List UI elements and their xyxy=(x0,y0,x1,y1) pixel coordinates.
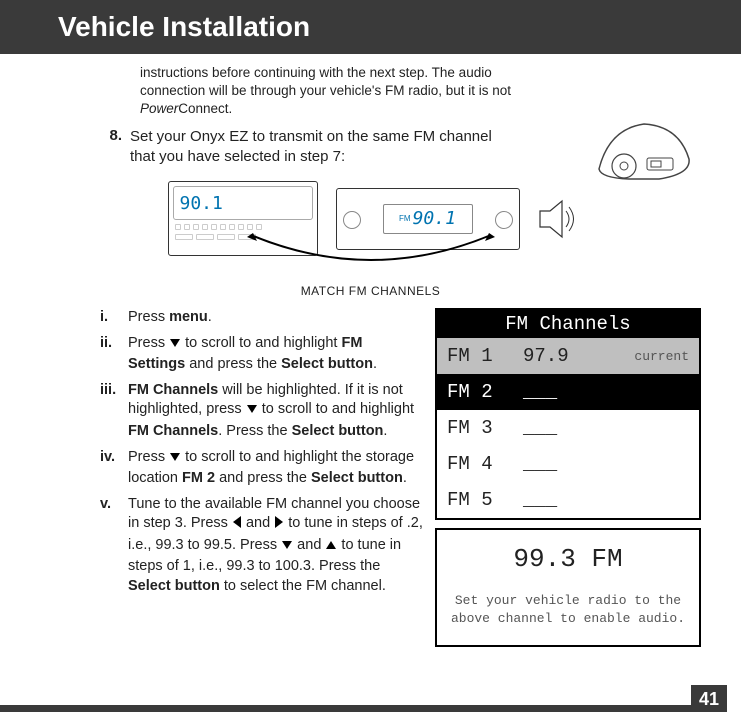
tune-hint-2: above channel to enable audio. xyxy=(447,610,689,628)
page-footer: 41 xyxy=(0,705,741,712)
tune-hint-1: Set your vehicle radio to the xyxy=(447,592,689,610)
substeps: i. Press menu. ii. Press to scroll to an… xyxy=(100,308,423,647)
step-text: Set your Onyx EZ to transmit on the same… xyxy=(130,127,510,168)
device-frequency: 90.1 xyxy=(174,193,223,214)
speaker-icon xyxy=(538,197,574,241)
tune-frequency: 99.3 FM xyxy=(447,544,689,574)
right-arrow-icon xyxy=(274,515,284,536)
match-channels-illustration: 90.1 FM 90.1 xyxy=(40,181,701,256)
content-area: instructions before continuing with the … xyxy=(0,54,741,647)
lcd-row: FM 3 ___ xyxy=(437,410,699,446)
page-title: Vehicle Installation xyxy=(58,11,310,43)
down-arrow-icon xyxy=(246,402,258,422)
substep-v: v. Tune to the available FM channel you … xyxy=(100,495,423,597)
lcd-row: FM 1 97.9 current xyxy=(437,338,699,374)
substep-iv: iv. Press to scroll to and highlight the… xyxy=(100,448,423,489)
device-screens: FM Channels FM 1 97.9 current FM 2 ___ F… xyxy=(435,308,701,647)
substep-iii: iii. FM Channels will be highlighted. If… xyxy=(100,381,423,442)
up-arrow-icon xyxy=(325,538,337,558)
fm-channels-screen: FM Channels FM 1 97.9 current FM 2 ___ F… xyxy=(435,308,701,520)
left-arrow-icon xyxy=(232,515,242,536)
lcd-row: FM 4 ___ xyxy=(437,446,699,482)
substep-ii: ii. Press to scroll to and highlight FM … xyxy=(100,334,423,375)
fm-label: FM xyxy=(399,214,411,223)
page-number: 41 xyxy=(691,685,727,712)
lower-section: i. Press menu. ii. Press to scroll to an… xyxy=(40,308,701,647)
lcd-row: FM 2 ___ xyxy=(437,374,699,410)
match-connector xyxy=(221,233,521,275)
tune-screen: 99.3 FM Set your vehicle radio to the ab… xyxy=(435,528,701,647)
lcd-title: FM Channels xyxy=(437,310,699,338)
step-number: 8. xyxy=(102,127,130,168)
lcd-row: FM 5 ___ xyxy=(437,482,699,518)
down-arrow-icon xyxy=(281,538,293,558)
down-arrow-icon xyxy=(169,336,181,356)
down-arrow-icon xyxy=(169,450,181,470)
intro-text: instructions before continuing with the … xyxy=(140,64,550,119)
page-header: Vehicle Installation xyxy=(0,0,741,54)
substep-i: i. Press menu. xyxy=(100,308,423,328)
match-label: MATCH FM CHANNELS xyxy=(40,284,701,298)
radio-frequency: 90.1 xyxy=(413,208,456,229)
